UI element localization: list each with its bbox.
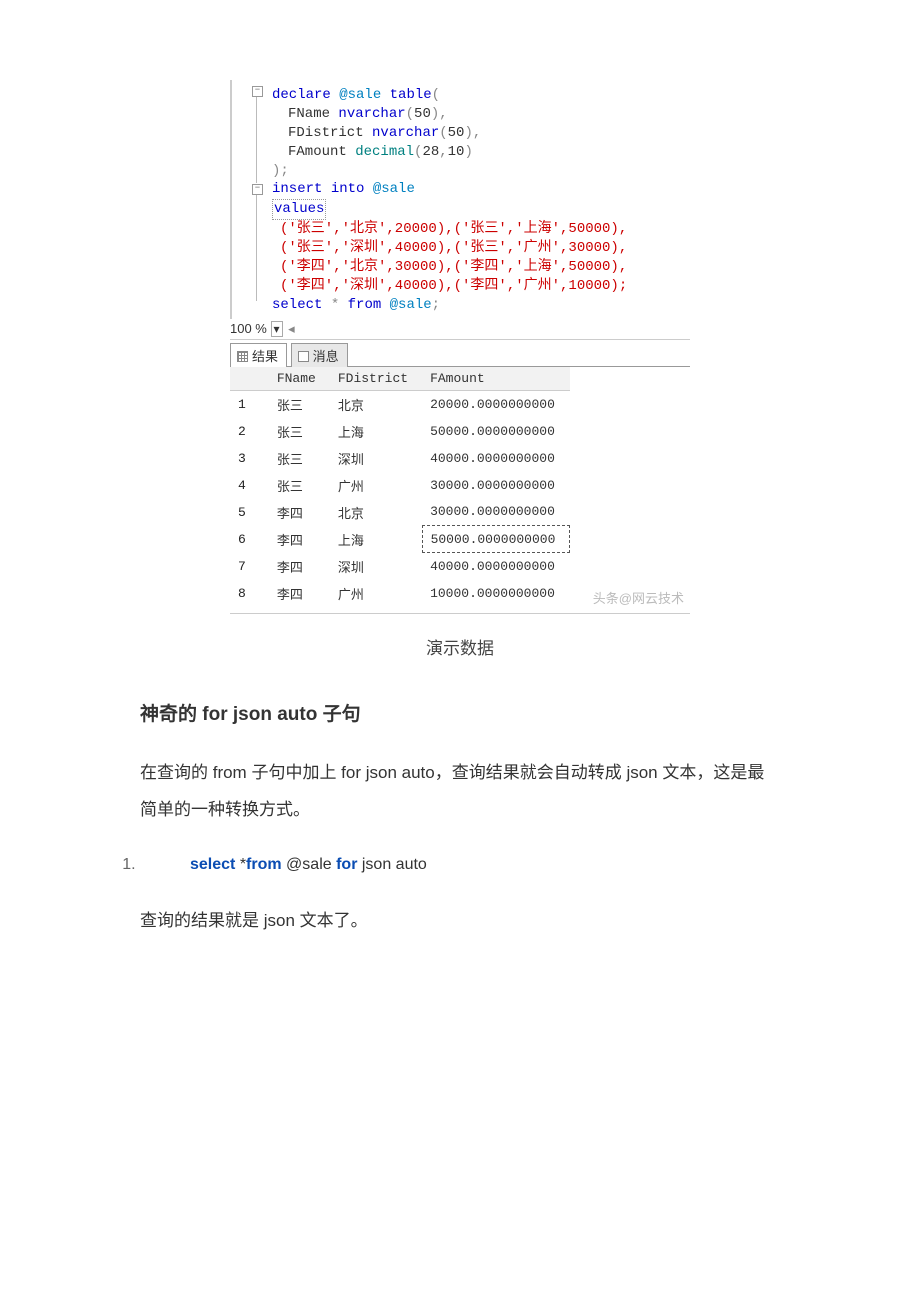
fold-line <box>256 195 257 301</box>
row-header-blank <box>230 367 269 391</box>
code-line: ('张三','北京',20000),('张三','上海',50000), <box>272 220 690 239</box>
code-line: ('张三','深圳',40000),('张三','广州',30000), <box>272 239 690 258</box>
table-row[interactable]: 2 张三 上海 50000.0000000000 <box>230 418 570 445</box>
fold-icon[interactable]: − <box>252 86 263 97</box>
code-line: FDistrict nvarchar(50), <box>272 124 690 143</box>
fold-icon[interactable]: − <box>252 184 263 195</box>
code-line: FAmount decimal(28,10) <box>272 143 690 162</box>
figure-caption: 演示数据 <box>0 634 920 659</box>
grid-icon <box>237 351 248 362</box>
code-line: insert into @sale <box>272 180 690 199</box>
results-grid[interactable]: FName FDistrict FAmount 1 张三 北京 20000.00… <box>230 367 570 607</box>
table-row[interactable]: 4 张三 广州 30000.0000000000 <box>230 472 570 499</box>
zoom-value: 100 % <box>230 321 267 336</box>
code-line: declare @sale table( <box>272 86 690 105</box>
paragraph: 在查询的 from 子句中加上 for json auto，查询结果就会自动转成… <box>140 754 780 829</box>
code-line: select *from @sale for json auto <box>140 856 920 874</box>
col-fdistrict[interactable]: FDistrict <box>330 367 422 391</box>
code-line: values <box>272 199 690 220</box>
table-row[interactable]: 1 张三 北京 20000.0000000000 <box>230 390 570 418</box>
code-line: ('李四','北京',30000),('李四','上海',50000), <box>272 258 690 277</box>
editor-gutter: − − <box>232 80 268 319</box>
code-line: ('李四','深圳',40000),('李四','广州',10000); <box>272 277 690 296</box>
table-row[interactable]: 3 张三 深圳 40000.0000000000 <box>230 445 570 472</box>
paragraph: 查询的结果就是 json 文本了。 <box>140 902 780 939</box>
table-row[interactable]: 6 李四 上海 50000.0000000000 <box>230 526 570 553</box>
table-row[interactable]: 7 李四 深圳 40000.0000000000 <box>230 553 570 580</box>
code-line: FName nvarchar(50), <box>272 105 690 124</box>
ssms-screenshot: − − declare @sale table( FName nvarchar(… <box>230 80 690 614</box>
messages-icon <box>298 351 309 362</box>
section-heading: 神奇的 for json auto 子句 <box>140 699 780 726</box>
table-row[interactable]: 5 李四 北京 30000.0000000000 <box>230 499 570 526</box>
fold-line <box>256 97 257 183</box>
code-line: ); <box>272 162 690 181</box>
grid-header-row: FName FDistrict FAmount <box>230 367 570 391</box>
sql-editor[interactable]: − − declare @sale table( FName nvarchar(… <box>230 80 690 319</box>
watermark: 头条@网云技术 <box>593 588 684 607</box>
col-famount[interactable]: FAmount <box>422 367 570 391</box>
article-body: 神奇的 for json auto 子句 在查询的 from 子句中加上 for… <box>0 699 920 829</box>
table-row[interactable]: 8 李四 广州 10000.0000000000 <box>230 580 570 607</box>
results-tabs: 结果 消息 <box>230 340 690 367</box>
col-fname[interactable]: FName <box>269 367 330 391</box>
inline-code-list: select *from @sale for json auto <box>0 856 920 874</box>
tab-results[interactable]: 结果 <box>230 343 287 367</box>
zoom-bar: 100 % ▾ ◂ <box>230 319 690 340</box>
tab-messages[interactable]: 消息 <box>291 343 348 367</box>
zoom-dropdown-icon[interactable]: ▾ <box>271 321 283 337</box>
code-line: select * from @sale; <box>272 296 690 315</box>
scroll-left-icon[interactable]: ◂ <box>288 321 295 337</box>
